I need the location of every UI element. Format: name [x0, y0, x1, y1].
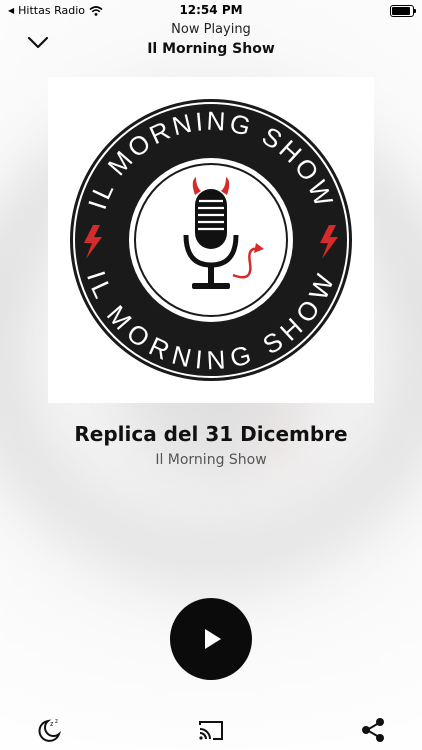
svg-text:z: z: [55, 719, 58, 725]
il-morning-show-logo: IL MORNING SHOW IL MORNING SHOW: [70, 99, 352, 381]
track-title: Replica del 31 Dicembre: [74, 422, 348, 446]
svg-text:z: z: [50, 721, 54, 728]
share-icon[interactable]: [358, 715, 388, 745]
status-bar: ◀ Hittas Radio 12:54 PM: [0, 0, 422, 22]
status-time: 12:54 PM: [179, 3, 243, 17]
header-title: Il Morning Show: [147, 41, 275, 57]
track-subtitle: Il Morning Show: [155, 452, 267, 468]
play-icon: [205, 629, 221, 649]
sleep-timer-icon[interactable]: z z: [34, 715, 64, 745]
now-playing-label: Now Playing: [171, 22, 251, 37]
battery-icon: [390, 5, 416, 17]
album-artwork: IL MORNING SHOW IL MORNING SHOW: [48, 77, 374, 403]
cast-icon[interactable]: [196, 715, 226, 745]
play-button[interactable]: [170, 598, 252, 680]
